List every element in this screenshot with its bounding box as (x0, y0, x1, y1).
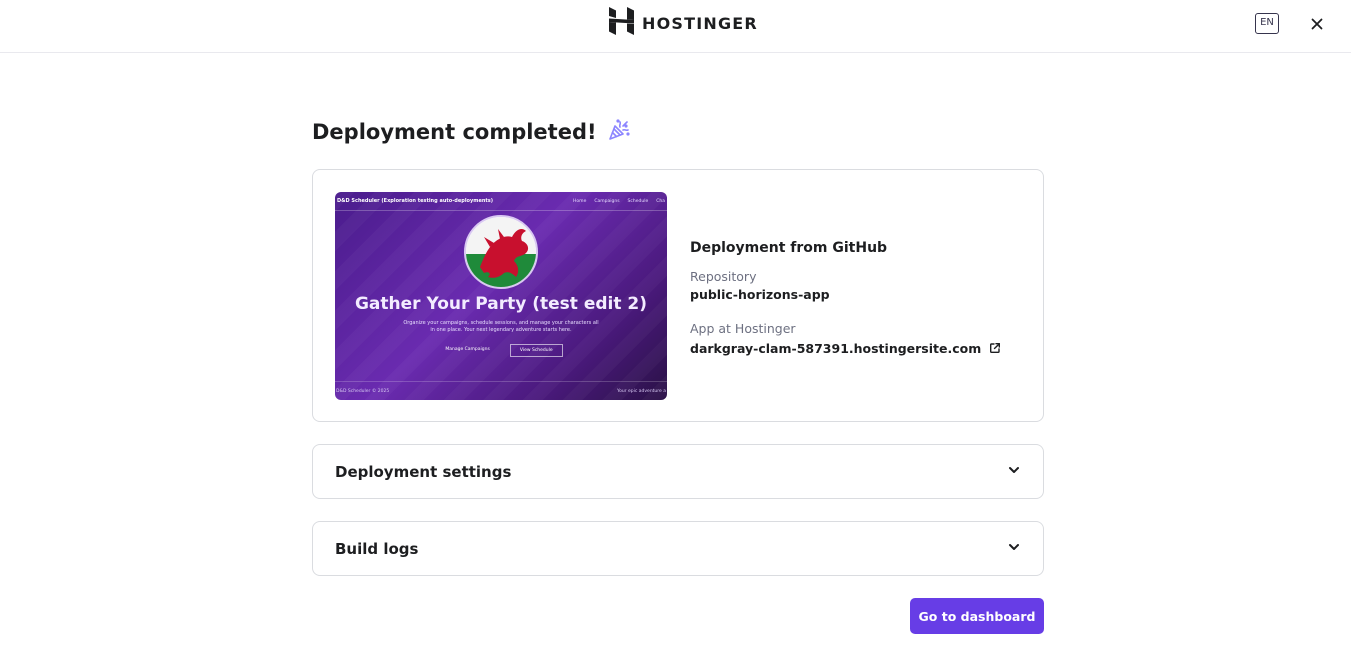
app-url-block: App at Hostinger darkgray-clam-587391.ho… (690, 321, 1030, 358)
preview-nav-link: Cha (656, 198, 665, 204)
app-url-label: App at Hostinger (690, 321, 796, 336)
chevron-down-icon[interactable] (1007, 539, 1021, 558)
app-url-link[interactable]: darkgray-clam-587391.hostingersite.com (690, 339, 1030, 358)
preview-footer: D&D Scheduler © 2025 Your epic adventure… (335, 381, 667, 400)
language-selector[interactable]: EN (1255, 13, 1279, 34)
title-row: Deployment completed! (312, 118, 631, 146)
repository-label: Repository (690, 269, 757, 284)
preview-nav-link: Campaigns (594, 198, 620, 204)
close-button[interactable] (1305, 12, 1329, 36)
preview-heading: Gather Your Party (test edit 2) (354, 294, 648, 314)
deployment-info: Deployment from GitHub Repository public… (690, 240, 1030, 377)
chevron-down-icon[interactable] (1007, 462, 1021, 481)
preview-nav-link: Home (573, 198, 587, 204)
close-icon (1311, 15, 1323, 34)
deployment-settings-title: Deployment settings (335, 462, 512, 481)
site-preview-image[interactable]: D&D Scheduler (Exploration testing auto-… (335, 192, 667, 400)
party-popper-icon (607, 118, 631, 146)
preview-nav-link: Schedule (627, 198, 649, 204)
hostinger-logo: HOSTINGER (609, 7, 758, 39)
build-logs-accordion[interactable]: Build logs (312, 521, 1044, 576)
preview-footer-right: Your epic adventure a (616, 388, 666, 394)
preview-view-schedule-button: View Schedule (509, 344, 563, 357)
preview-footer-left: D&D Scheduler © 2025 (336, 388, 390, 394)
deployment-summary-card: D&D Scheduler (Exploration testing auto-… (312, 169, 1044, 422)
preview-nav: D&D Scheduler (Exploration testing auto-… (335, 192, 667, 211)
page-title: Deployment completed! (312, 120, 597, 144)
preview-nav-links: Home Campaigns Schedule Cha (573, 199, 665, 204)
go-to-dashboard-button[interactable]: Go to dashboard (910, 598, 1044, 634)
repository-value: public-horizons-app (690, 287, 830, 302)
external-link-icon[interactable] (989, 339, 1001, 358)
app-url-value[interactable]: darkgray-clam-587391.hostingersite.com (690, 341, 981, 356)
build-logs-title: Build logs (335, 539, 419, 558)
hostinger-logo-icon (609, 7, 634, 39)
deployment-source-heading: Deployment from GitHub (690, 240, 888, 256)
repository-block: Repository public-horizons-app (690, 269, 1030, 302)
brand-name: HOSTINGER (642, 13, 758, 33)
preview-dragon-avatar (464, 215, 538, 289)
top-bar: HOSTINGER EN (0, 0, 1351, 53)
preview-subtext: Organize your campaigns, schedule sessio… (403, 320, 599, 333)
deployment-settings-accordion[interactable]: Deployment settings (312, 444, 1044, 499)
preview-nav-title: D&D Scheduler (Exploration testing auto-… (337, 198, 494, 204)
preview-buttons: Manage Campaigns View Schedule (335, 344, 667, 357)
preview-manage-campaigns-button: Manage Campaigns (445, 347, 490, 352)
